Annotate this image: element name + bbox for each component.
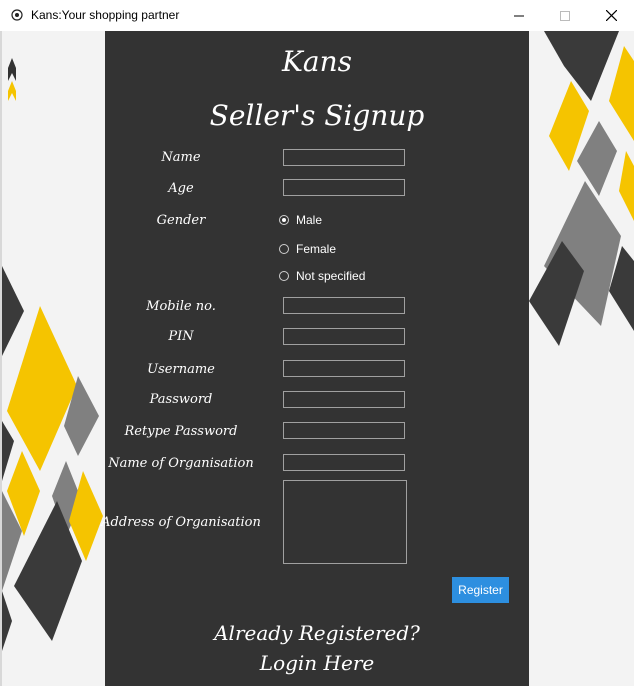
geometric-decoration xyxy=(529,31,634,346)
org-address-textarea[interactable] xyxy=(283,480,407,564)
gender-male-label: Male xyxy=(296,213,323,227)
mobile-label: Mobile no. xyxy=(146,299,216,314)
geometric-decoration xyxy=(2,58,103,651)
org-address-label: Address of Organisation xyxy=(101,515,261,530)
close-icon xyxy=(605,10,617,21)
minimize-icon xyxy=(514,15,524,16)
pin-label: PIN xyxy=(168,329,194,344)
mobile-field[interactable] xyxy=(283,297,405,314)
page-title: Seller's Signup xyxy=(209,99,425,132)
right-decoration-panel xyxy=(529,31,634,686)
gender-not-specified-label: Not specified xyxy=(296,269,366,283)
password-field[interactable] xyxy=(283,391,405,408)
username-label: Username xyxy=(147,362,215,377)
signup-panel: Kans Seller's Signup Name Age Gender Mal… xyxy=(101,31,529,686)
title-bar: Kans:Your shopping partner xyxy=(0,0,634,31)
radio-selected-icon xyxy=(279,215,289,225)
maximize-icon xyxy=(560,10,570,21)
pin-field[interactable] xyxy=(283,328,405,345)
age-label: Age xyxy=(168,181,194,196)
name-label: Name xyxy=(161,150,201,165)
register-button[interactable]: Register xyxy=(452,577,509,603)
gender-female-label: Female xyxy=(296,242,337,256)
brand-title: Kans xyxy=(281,45,352,78)
org-name-field[interactable] xyxy=(283,454,405,471)
password-label: Password xyxy=(149,392,213,407)
retype-password-label: Retype Password xyxy=(124,424,238,439)
close-button[interactable] xyxy=(588,0,634,31)
username-field[interactable] xyxy=(283,360,405,377)
retype-password-field[interactable] xyxy=(283,422,405,439)
gender-female-radio[interactable]: Female xyxy=(279,242,336,256)
maximize-button[interactable] xyxy=(542,0,588,31)
radio-icon xyxy=(279,244,289,254)
login-here-link[interactable]: Login Here xyxy=(105,651,529,675)
age-field[interactable] xyxy=(283,179,405,196)
window-title: Kans:Your shopping partner xyxy=(31,8,180,22)
gender-male-radio[interactable]: Male xyxy=(279,213,322,227)
gender-label: Gender xyxy=(156,213,206,228)
app-icon xyxy=(11,9,23,21)
gender-not-specified-radio[interactable]: Not specified xyxy=(279,269,365,283)
name-field[interactable] xyxy=(283,149,405,166)
already-registered-text[interactable]: Already Registered? xyxy=(105,621,529,645)
minimize-button[interactable] xyxy=(496,0,542,31)
radio-icon xyxy=(279,271,289,281)
org-name-label: Name of Organisation xyxy=(108,456,254,471)
left-decoration-panel xyxy=(2,31,105,686)
